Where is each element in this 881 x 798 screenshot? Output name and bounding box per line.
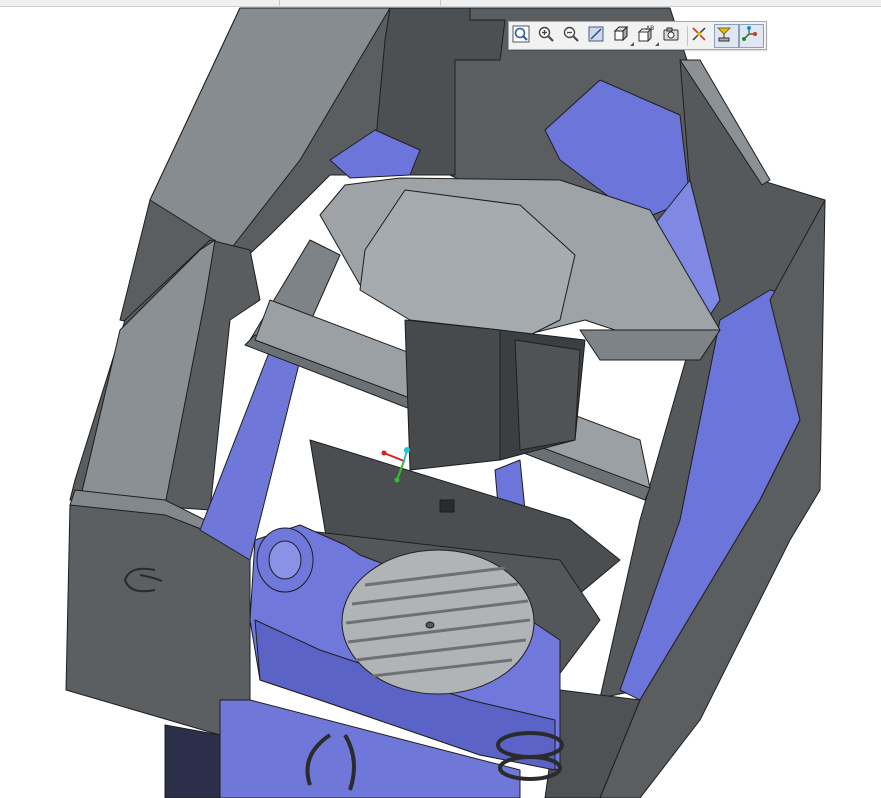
datum-display-button[interactable] [689,24,714,48]
saved-views-glyph-text: AB [646,25,654,32]
graphics-viewport[interactable]: AB [0,7,881,798]
triad-z-end [404,447,410,453]
saved-views-icon: AB [637,25,654,42]
refit-button[interactable] [511,24,536,48]
cad-model-view [65,7,826,798]
triad-x-end [381,450,387,456]
annotation-display-icon [716,27,732,41]
top-strip-segment [280,0,441,6]
zoom-out-button[interactable] [561,24,586,48]
repaint-icon [588,26,604,41]
table-center-hole [425,621,435,629]
view-toolbar: AB [508,21,767,50]
spin-center-button[interactable] [739,23,764,48]
z-column-lower [514,339,581,451]
connector-block [439,499,455,513]
annotation-display-button[interactable] [714,23,739,48]
view-manager-button[interactable] [661,24,686,48]
dropdown-corner-icon [655,41,659,46]
toolbar-separator [687,25,688,46]
zoom-out-icon [563,26,579,42]
window-top-strip [0,0,881,7]
zoom-in-button[interactable] [536,24,561,48]
z-column-front [404,319,501,471]
display-style-button[interactable] [611,24,636,48]
spin-center-icon [742,25,757,41]
triad-x-axis [383,452,405,462]
camera-icon [663,27,679,40]
rotary-motor-cap [268,540,302,580]
zoom-in-icon [538,26,554,42]
dropdown-corner-icon [630,41,634,46]
triad-y-end [394,477,400,483]
machine-base-dark [164,724,221,798]
top-strip-segment [0,0,280,6]
repaint-button[interactable] [586,24,611,48]
zoom-fit-icon [512,25,530,42]
datum-display-icon [692,26,706,41]
saddle-side-rail-right [579,329,721,361]
display-style-cube-icon [613,25,629,41]
saved-views-button[interactable]: AB [636,24,661,48]
